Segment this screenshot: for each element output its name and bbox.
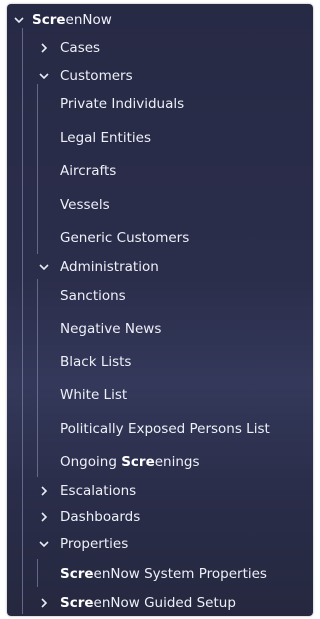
tree-item-guided-setup[interactable]: ScreenNow Guided Setup [7,589,313,616]
tree-item-ongoing-screenings[interactable]: Ongoing Screenings [7,448,313,476]
tree-item-sanctions[interactable]: Sanctions [7,282,313,310]
tree-item-white-list[interactable]: White List [7,381,313,409]
tree-item-label: Dashboards [60,509,141,525]
tree-item-aircrafts[interactable]: Aircrafts [7,157,313,185]
tree-item-label: White List [60,387,128,403]
tree-item-escalations[interactable]: Escalations [7,477,313,505]
tree-item-screennow[interactable]: ScreenNow [7,6,313,34]
tree-item-label: Escalations [60,483,137,499]
tree-item-label: Cases [60,40,101,56]
highlight-text: Scre [60,566,94,582]
tree-item-dashboards[interactable]: Dashboards [7,503,313,531]
tree-item-legal-entities[interactable]: Legal Entities [7,124,313,152]
tree-item-label: Legal Entities [60,130,151,146]
tree-item-label: Properties [60,536,129,552]
tree-item-black-lists[interactable]: Black Lists [7,348,313,376]
navigation-tree-panel: ScreenNow Cases Customers Private Indivi… [7,4,313,616]
tree-item-private-individuals[interactable]: Private Individuals [7,90,313,118]
highlight-text: Scre [60,595,94,611]
tree-item-properties[interactable]: Properties [7,530,313,558]
chevron-right-icon [38,42,50,54]
chevron-down-icon [38,70,50,82]
tree-item-cases[interactable]: Cases [7,34,313,62]
tree-item-label: Sanctions [60,288,126,304]
tree-item-negative-news[interactable]: Negative News [7,315,313,343]
chevron-down-icon [13,14,25,26]
tree-item-label: Aircrafts [60,163,117,179]
tree-item-label: Vessels [60,197,110,213]
chevron-right-icon [38,597,50,609]
chevron-right-icon [38,511,50,523]
chevron-down-icon [38,538,50,550]
tree-item-system-properties[interactable]: ScreenNow System Properties [7,560,313,588]
tree-item-label: Administration [60,259,159,275]
tree-item-generic-customers[interactable]: Generic Customers [7,224,313,252]
tree-item-label: Generic Customers [60,230,190,246]
tree-item-label: Customers [60,68,133,84]
tree-item-vessels[interactable]: Vessels [7,191,313,219]
tree-item-customers[interactable]: Customers [7,62,313,90]
tree-item-label: Negative News [60,321,162,337]
tree-item-label: Black Lists [60,354,132,370]
highlight-text: Scre [121,454,155,470]
chevron-right-icon [38,485,50,497]
tree-item-administration[interactable]: Administration [7,253,313,281]
tree-item-label: Politically Exposed Persons List [60,421,270,437]
highlight-text: Scre [32,12,66,28]
tree-item-label: Private Individuals [60,96,185,112]
tree-item-pep-list[interactable]: Politically Exposed Persons List [7,415,313,443]
chevron-down-icon [38,261,50,273]
